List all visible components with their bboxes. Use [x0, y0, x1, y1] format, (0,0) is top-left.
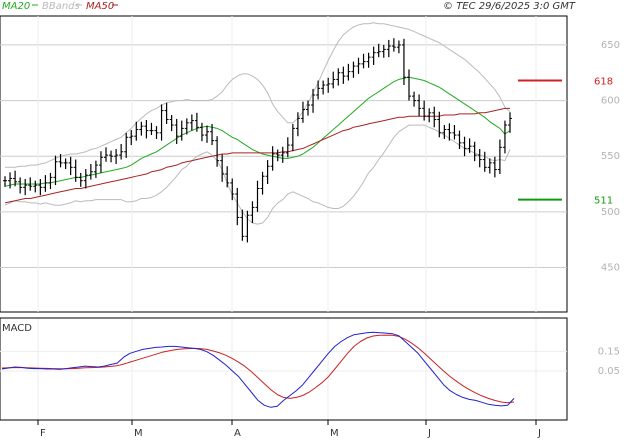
macd-tick-label: 0.05 [598, 366, 620, 377]
month-axis: FMAMJJ [0, 419, 567, 439]
price-tick-label: 500 [601, 207, 620, 218]
level-label-618: 618 [594, 77, 613, 88]
month-label: A [234, 428, 241, 439]
price-tick-label: 550 [601, 151, 620, 162]
price-tick-label: 450 [601, 262, 620, 273]
timestamp: © TEC 29/6/2025 3:0 GMT [443, 1, 576, 12]
price-tick-label: 650 [601, 40, 620, 51]
month-label: F [40, 428, 46, 439]
legend-ma20-label: MA20 [2, 1, 30, 12]
macd-line [1, 331, 515, 408]
month-label: J [537, 428, 541, 439]
stock-chart: 450 500 550 600 650 0.15 0.05 F M A M J J MA20 BBa… [0, 1, 620, 439]
month-label: J [427, 428, 431, 439]
macd-panel: 0.15 0.05 [0, 317, 620, 421]
price-tick-label: 600 [601, 96, 620, 107]
month-label: M [330, 428, 339, 439]
level-label-511: 511 [594, 196, 613, 207]
month-label: M [134, 428, 143, 439]
macd-tick-label: 0.15 [598, 346, 620, 357]
macd-frame [0, 317, 568, 421]
macd-label: MACD [2, 323, 32, 334]
legend-ma50-label: MA50 [86, 1, 114, 12]
macd-signal-line [1, 334, 515, 404]
legend-bbands-label: BBands [42, 1, 80, 12]
price-panel: 450 500 550 600 650 [0, 15, 620, 313]
